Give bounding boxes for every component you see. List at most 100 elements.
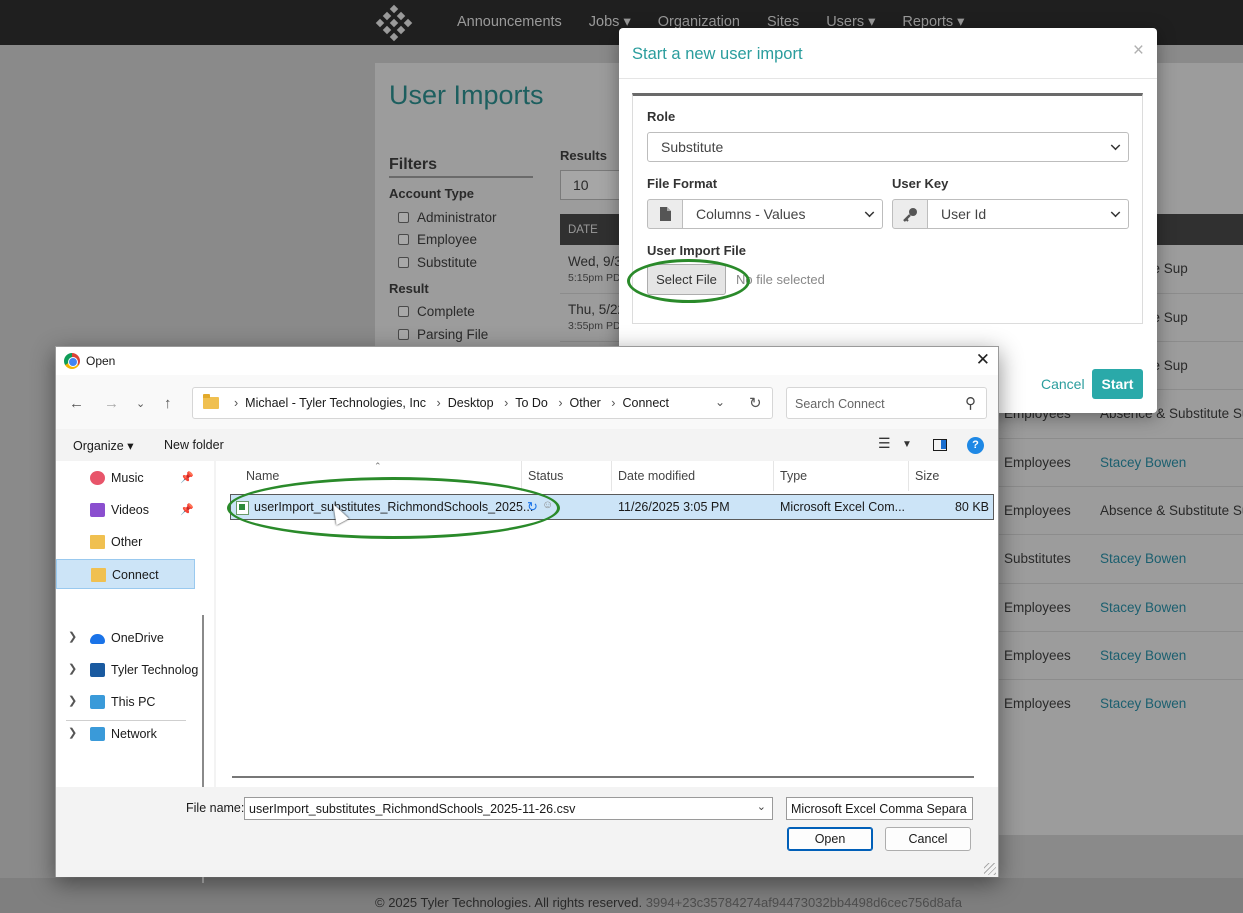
open-file-dialog: Open ✕ ← → ⌄ ↑ › Michael - Tyler Technolo… [55, 346, 999, 883]
chevron-right-icon[interactable]: ❯ [68, 726, 77, 739]
status-column-header[interactable]: Status [528, 469, 563, 483]
file-format-select[interactable]: Columns - Values [682, 199, 883, 229]
organize-button[interactable]: Organize ▾ [73, 438, 133, 453]
resize-grip-icon[interactable] [984, 863, 996, 875]
close-icon[interactable]: ✕ [976, 350, 990, 370]
breadcrumb-item[interactable]: Other [570, 396, 601, 410]
nav-item-network[interactable]: ❯ Network [56, 719, 195, 749]
type-cell: Employees [1004, 600, 1071, 615]
app-logo[interactable] [374, 4, 414, 44]
filter-parsing-file[interactable]: Parsing File [398, 327, 488, 342]
filter-label: Parsing File [417, 327, 489, 342]
file-icon [647, 199, 683, 229]
chevron-right-icon: › [611, 396, 616, 410]
sync-status-icon: ↻ [527, 499, 538, 514]
this-pc-icon [90, 695, 105, 709]
name-column-header[interactable]: Name [246, 469, 279, 483]
nav-item-this-pc[interactable]: ❯ This PC [56, 687, 195, 717]
start-button[interactable]: Start [1092, 369, 1143, 399]
nav-item-onedrive[interactable]: ❯ OneDrive [56, 623, 195, 653]
divider [619, 78, 1157, 79]
up-arrow-icon[interactable]: ↑ [164, 395, 172, 412]
breadcrumb-item[interactable]: To Do [515, 396, 548, 410]
chevron-right-icon[interactable]: ❯ [68, 630, 77, 643]
nav-label: Music [111, 471, 144, 485]
nav-item-connect[interactable]: Connect [56, 559, 195, 589]
file-name-input[interactable]: userImport_substitutes_RichmondSchools_2… [244, 797, 773, 820]
row-time: 5:15pm PD [568, 272, 621, 284]
key-icon [892, 199, 928, 229]
checkbox[interactable] [398, 212, 409, 223]
select-file-button[interactable]: Select File [647, 264, 726, 295]
date-modified-column-header[interactable]: Date modified [618, 469, 695, 483]
size-column-header[interactable]: Size [915, 469, 939, 483]
imported-by-link[interactable]: Stacey Bowen [1100, 600, 1186, 615]
view-options-icon[interactable]: ☰ [878, 435, 891, 452]
chevron-right-icon[interactable]: ❯ [68, 662, 77, 675]
search-input[interactable]: Search Connect ⚲ [786, 387, 987, 419]
nav-announcements[interactable]: Announcements [457, 14, 562, 30]
preview-pane-icon[interactable] [933, 439, 947, 451]
nav-item-music[interactable]: Music 📌 [56, 463, 195, 493]
filter-complete[interactable]: Complete [398, 304, 475, 319]
dialog-footer: File name: userImport_substitutes_Richmo… [56, 787, 998, 877]
type-column-header[interactable]: Type [780, 469, 807, 483]
filter-substitute[interactable]: Substitute [398, 255, 477, 270]
breadcrumb-item[interactable]: Connect [622, 396, 669, 410]
cancel-link[interactable]: Cancel [1041, 376, 1085, 392]
back-arrow-icon[interactable]: ← [69, 395, 84, 412]
close-icon[interactable]: × [1133, 40, 1144, 62]
row-time: 3:55pm PD [568, 320, 621, 332]
filter-employee[interactable]: Employee [398, 232, 477, 247]
cancel-button[interactable]: Cancel [885, 827, 971, 851]
chevron-right-icon[interactable]: ❯ [68, 694, 77, 707]
forward-arrow-icon[interactable]: → [104, 395, 119, 412]
checkbox[interactable] [398, 329, 409, 340]
imported-by-link[interactable]: Stacey Bowen [1100, 551, 1186, 566]
chevron-right-icon: › [558, 396, 563, 410]
account-type-label: Account Type [389, 186, 474, 201]
pin-icon: 📌 [180, 472, 194, 484]
chevron-down-icon[interactable]: ▼ [902, 439, 912, 450]
breadcrumb-item[interactable]: Desktop [448, 396, 494, 410]
recent-locations-chevron-icon[interactable]: ⌄ [136, 397, 145, 410]
footer: © 2025 Tyler Technologies. All rights re… [375, 895, 962, 910]
imported-by-link[interactable]: Stacey Bowen [1100, 455, 1186, 470]
nav-item-tyler[interactable]: ❯ Tyler Technolog [56, 655, 199, 685]
help-icon[interactable]: ? [967, 437, 984, 454]
row-date: Thu, 5/22 [568, 302, 626, 317]
checkbox[interactable] [398, 257, 409, 268]
file-type-select[interactable]: Microsoft Excel Comma Separa [786, 797, 973, 820]
horizontal-scrollbar[interactable] [232, 776, 974, 778]
address-bar[interactable]: › Michael - Tyler Technologies, Inc › Desk… [192, 387, 773, 419]
chevron-down-icon[interactable]: ⌄ [715, 395, 725, 409]
folder-icon [203, 394, 219, 409]
navigation-pane: Music 📌 Videos 📌 Other Connect ❯ OneDriv… [56, 461, 214, 883]
date-column-header[interactable]: DATE [568, 224, 598, 236]
user-key-select[interactable]: User Id [927, 199, 1129, 229]
shared-person-icon: ☺ [542, 499, 554, 511]
chevron-down-icon[interactable]: ⌄ [757, 800, 766, 813]
checkbox[interactable] [398, 306, 409, 317]
role-select[interactable]: Substitute [647, 132, 1129, 162]
network-icon [90, 727, 105, 741]
chevron-down-icon [864, 207, 875, 218]
nav-label: Tyler Technolog [111, 663, 199, 677]
new-folder-button[interactable]: New folder [164, 438, 224, 452]
imported-by-link[interactable]: Stacey Bowen [1100, 696, 1186, 711]
videos-icon [90, 503, 105, 517]
open-button[interactable]: Open [787, 827, 873, 851]
search-icon[interactable]: ⚲ [965, 394, 976, 412]
results-per-page-select[interactable]: 10 [560, 170, 620, 200]
nav-item-videos[interactable]: Videos 📌 [56, 495, 195, 525]
imported-by-link[interactable]: Stacey Bowen [1100, 648, 1186, 663]
checkbox[interactable] [398, 234, 409, 245]
nav-label: OneDrive [111, 631, 164, 645]
nav-label: Network [111, 727, 157, 741]
nav-item-other[interactable]: Other [56, 527, 195, 557]
role-value: Substitute [661, 139, 724, 155]
filter-administrator[interactable]: Administrator [398, 210, 497, 225]
type-cell: Employees [1004, 696, 1071, 711]
refresh-icon[interactable]: ↻ [749, 394, 762, 412]
breadcrumb-item[interactable]: Michael - Tyler Technologies, Inc [245, 396, 426, 410]
